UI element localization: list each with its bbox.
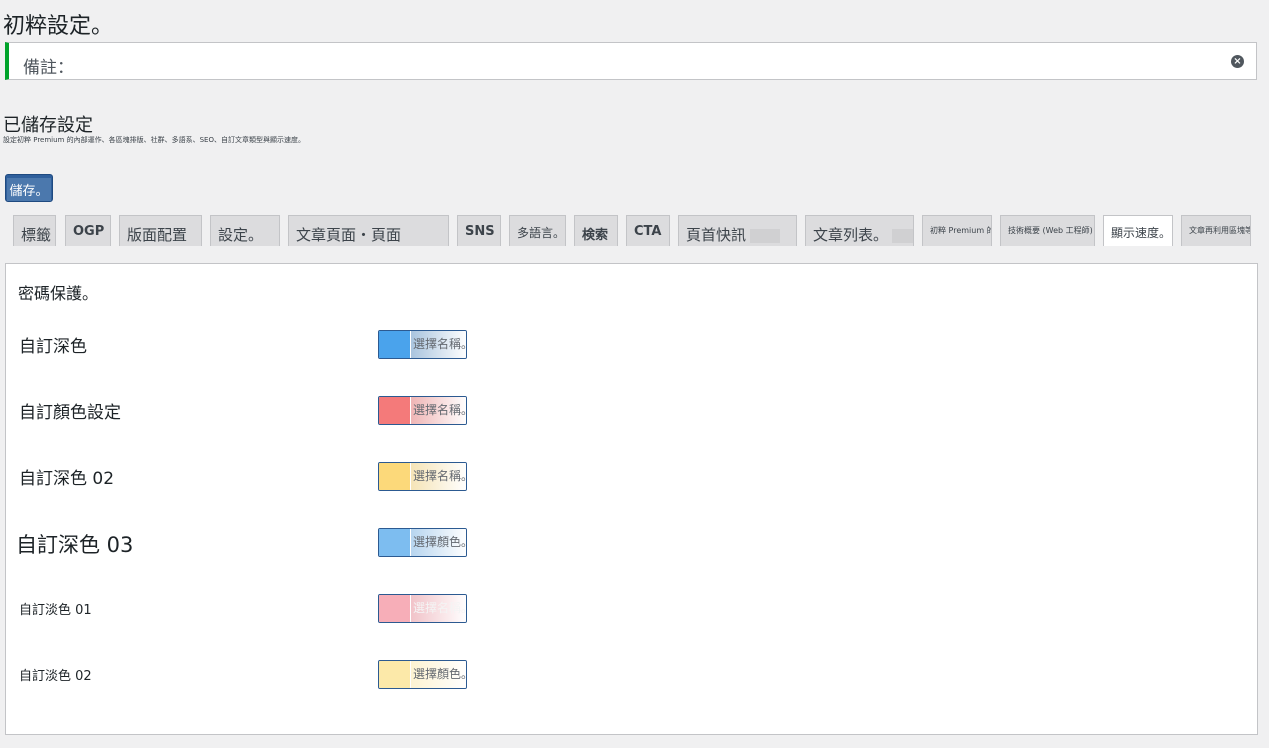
color-chip xyxy=(379,331,410,358)
color-picker-button[interactable]: 選擇顏色。 xyxy=(378,660,467,689)
tab-label: 技術概要 (Web 工程師) (1)、多 xyxy=(1008,226,1094,235)
tab-label: 初粹 Premium 的內部技術 xyxy=(930,226,991,235)
notice-text: 備註： xyxy=(23,58,74,78)
tab-label: 版面配置 xyxy=(127,226,188,244)
tab-label: 文章再利用區塊等 xyxy=(1189,226,1251,235)
notice-banner: 備註： × xyxy=(5,42,1257,80)
tab-display-speed[interactable]: 顯示速度。 xyxy=(1103,215,1173,246)
tab-sns[interactable]: SNS xyxy=(457,215,501,246)
tab-header-news[interactable]: 頁首快訊 xyxy=(678,215,797,246)
color-picker-button[interactable]: 選擇名稱。 xyxy=(378,396,467,425)
color-row-label: 自訂淡色 02 xyxy=(19,669,92,684)
tab-label: 文章頁面・頁面 xyxy=(296,226,402,244)
tab-label: 多語言。 xyxy=(517,226,566,240)
save-button-label: 儲存。 xyxy=(7,177,51,201)
page-title: 初粹設定。 xyxy=(3,14,114,39)
tab-search[interactable]: 検索 xyxy=(574,215,618,246)
settings-section-description: 設定初粹 Premium 的內部運作、各區塊排版、社群、多語系、SEO、自訂文章… xyxy=(3,136,305,144)
color-chip xyxy=(379,397,410,424)
color-row-label: 自訂深色 xyxy=(19,337,87,357)
panel-heading: 密碼保護。 xyxy=(18,284,99,303)
tab-label: 標籤 xyxy=(21,226,52,244)
color-row-label: 自訂深色 03 xyxy=(16,533,134,557)
settings-tabs: 標籤 OGP 版面配置 設定。 文章頁面・頁面 SNS 多語言。 検索 CTA … xyxy=(0,214,1269,246)
color-row-label: 自訂顏色設定 xyxy=(19,403,121,423)
color-picker-button[interactable]: 選擇名稱。 xyxy=(378,594,467,623)
color-picker-button[interactable]: 選擇名稱。 xyxy=(378,462,467,491)
color-picker-label: 選擇名稱。 xyxy=(411,463,466,490)
color-picker-label: 選擇名稱。 xyxy=(411,595,466,622)
tab-multilingual[interactable]: 多語言。 xyxy=(509,215,566,246)
tab-label: 顯示速度。 xyxy=(1111,226,1172,240)
color-chip xyxy=(379,661,410,688)
tab-tags[interactable]: 標籤 xyxy=(13,215,56,246)
settings-panel: 密碼保護。 自訂深色 選擇名稱。 自訂顏色設定 選擇名稱。 自訂深色 02 選擇… xyxy=(5,263,1258,735)
color-picker-label: 選擇顏色。 xyxy=(411,529,466,556)
color-chip xyxy=(379,529,410,556)
color-row-label: 自訂淡色 01 xyxy=(19,603,92,618)
color-row-label: 自訂深色 02 xyxy=(19,469,115,489)
tab-settings[interactable]: 設定。 xyxy=(210,215,280,246)
settings-section-title: 已儲存設定 xyxy=(3,115,93,136)
tab-label: SNS xyxy=(465,224,495,239)
color-picker-label: 選擇名稱。 xyxy=(411,331,466,358)
tab-reuse-blocks[interactable]: 文章再利用區塊等 xyxy=(1181,215,1251,246)
tab-post-list[interactable]: 文章列表。 xyxy=(805,215,914,246)
color-chip xyxy=(379,463,410,490)
tab-label: OGP xyxy=(73,224,105,239)
color-picker-label: 選擇名稱。 xyxy=(411,397,466,424)
tab-label: 文章列表。 xyxy=(813,226,889,244)
color-picker-button[interactable]: 選擇名稱。 xyxy=(378,330,467,359)
tab-ogp[interactable]: OGP xyxy=(65,215,111,246)
tab-layout[interactable]: 版面配置 xyxy=(119,215,202,246)
tab-label: CTA xyxy=(634,224,662,239)
tab-premium-internal[interactable]: 初粹 Premium 的內部技術 xyxy=(922,215,992,246)
tab-post-page[interactable]: 文章頁面・頁面 xyxy=(288,215,449,246)
tab-tech-overview[interactable]: 技術概要 (Web 工程師) (1)、多 xyxy=(1000,215,1095,246)
color-picker-button[interactable]: 選擇顏色。 xyxy=(378,528,467,557)
close-circle-icon[interactable]: × xyxy=(1231,55,1244,68)
tab-label: 設定。 xyxy=(218,226,264,244)
tab-label: 頁首快訊 xyxy=(686,226,747,244)
color-picker-label: 選擇顏色。 xyxy=(411,661,466,688)
tab-label: 検索 xyxy=(582,228,609,243)
save-button[interactable]: 儲存。 xyxy=(5,174,53,202)
color-chip xyxy=(379,595,410,622)
tab-cta[interactable]: CTA xyxy=(626,215,670,246)
